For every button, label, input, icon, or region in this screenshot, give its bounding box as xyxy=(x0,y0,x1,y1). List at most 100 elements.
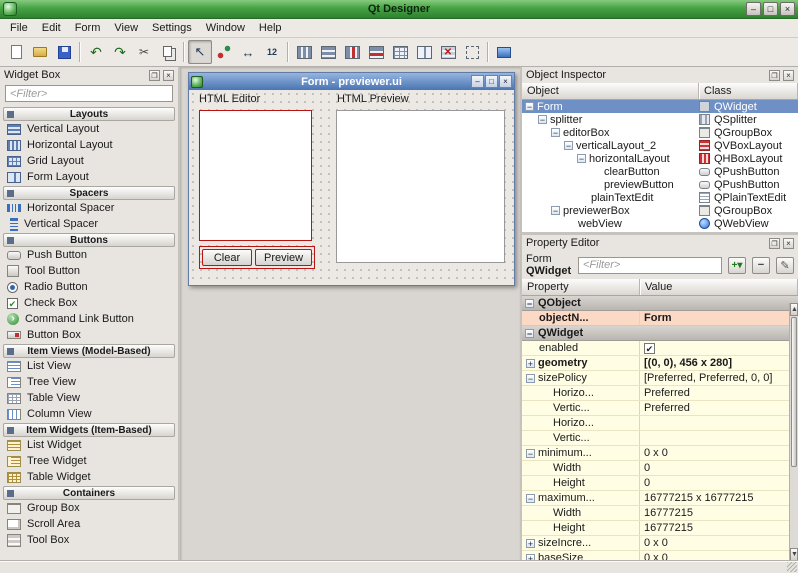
float-panel-icon[interactable] xyxy=(149,70,160,81)
widget-item-table-widget[interactable]: Table Widget xyxy=(0,469,178,485)
category-item-views[interactable]: Item Views (Model-Based) xyxy=(3,344,175,358)
property-row-vertical-stretch[interactable]: Vertic... xyxy=(522,431,798,446)
widget-item-column-view[interactable]: Column View xyxy=(0,406,178,422)
property-row-sizeincrement[interactable]: sizeIncre... 0 x 0 xyxy=(522,536,798,551)
web-view[interactable] xyxy=(336,110,505,263)
expander-icon[interactable] xyxy=(526,494,535,503)
widget-item-horizontal-layout[interactable]: Horizontal Layout xyxy=(0,137,178,153)
expander-icon[interactable] xyxy=(526,374,535,383)
property-row-vertical-policy[interactable]: Vertic... Preferred xyxy=(522,401,798,416)
property-row-minimumsize[interactable]: minimum... 0 x 0 xyxy=(522,446,798,461)
widget-item-tree-view[interactable]: Tree View xyxy=(0,374,178,390)
menu-form[interactable]: Form xyxy=(68,20,108,36)
edit-signals-slots-icon[interactable] xyxy=(212,40,236,64)
tree-row-horizontallayout[interactable]: horizontalLayout QHBoxLayout xyxy=(522,152,798,165)
enabled-checkbox[interactable] xyxy=(644,343,655,354)
form-canvas[interactable]: HTML Editor HTML Preview Clear Preview xyxy=(189,90,514,285)
property-group-qobject[interactable]: QObject xyxy=(522,296,798,311)
layout-vertically-icon[interactable] xyxy=(316,40,340,64)
layout-vertical-splitter-icon[interactable] xyxy=(364,40,388,64)
scrollbar-thumb[interactable] xyxy=(791,317,797,467)
category-layouts[interactable]: Layouts xyxy=(3,107,175,121)
redo-icon[interactable] xyxy=(108,40,132,64)
widget-item-group-box[interactable]: Group Box xyxy=(0,500,178,516)
property-row-min-width[interactable]: Width 0 xyxy=(522,461,798,476)
widget-item-list-view[interactable]: List View xyxy=(0,358,178,374)
widget-item-table-view[interactable]: Table View xyxy=(0,390,178,406)
tree-row-plaintextedit[interactable]: plainTextEdit QPlainTextEdit xyxy=(522,191,798,204)
widget-item-button-box[interactable]: Button Box xyxy=(0,327,178,343)
category-containers[interactable]: Containers xyxy=(3,486,175,500)
widget-item-list-widget[interactable]: List Widget xyxy=(0,437,178,453)
widget-item-form-layout[interactable]: Form Layout xyxy=(0,169,178,185)
tree-row-previewbutton[interactable]: previewButton QPushButton xyxy=(522,178,798,191)
property-row-objectname[interactable]: objectN... Form xyxy=(522,311,798,326)
save-form-icon[interactable] xyxy=(52,40,76,64)
property-row-sizepolicy[interactable]: sizePolicy [Preferred, Preferred, 0, 0] xyxy=(522,371,798,386)
widget-item-tool-button[interactable]: Tool Button xyxy=(0,263,178,279)
window-titlebar[interactable]: Qt Designer xyxy=(0,0,798,19)
widget-item-tree-widget[interactable]: Tree Widget xyxy=(0,453,178,469)
expander-icon[interactable] xyxy=(525,299,534,308)
property-row-maximumsize[interactable]: maximum... 16777215 x 16777215 xyxy=(522,491,798,506)
tree-row-webview[interactable]: webView QWebView xyxy=(522,217,798,230)
menu-settings[interactable]: Settings xyxy=(145,20,199,36)
property-row-min-height[interactable]: Height 0 xyxy=(522,476,798,491)
open-form-icon[interactable] xyxy=(28,40,52,64)
column-value[interactable]: Value xyxy=(640,279,798,295)
layout-form-icon[interactable] xyxy=(412,40,436,64)
property-row-geometry[interactable]: geometry [(0, 0), 456 x 280] xyxy=(522,356,798,371)
tree-row-clearbutton[interactable]: clearButton QPushButton xyxy=(522,165,798,178)
edit-buddies-icon[interactable] xyxy=(236,40,260,64)
layout-grid-icon[interactable] xyxy=(388,40,412,64)
preview-icon[interactable] xyxy=(492,40,516,64)
form-window[interactable]: Form - previewer.ui HTML Editor HTML Pre… xyxy=(188,72,515,286)
expander-icon[interactable] xyxy=(564,141,573,150)
expander-icon[interactable] xyxy=(525,329,534,338)
expander-icon[interactable] xyxy=(551,206,560,215)
category-item-widgets[interactable]: Item Widgets (Item-Based) xyxy=(3,423,175,437)
property-scrollbar[interactable] xyxy=(789,303,798,561)
menu-view[interactable]: View xyxy=(107,20,145,36)
new-form-icon[interactable] xyxy=(4,40,28,64)
scroll-down-icon[interactable] xyxy=(790,548,798,561)
layout-horizontally-icon[interactable] xyxy=(292,40,316,64)
close-button[interactable] xyxy=(780,2,795,16)
property-row-basesize[interactable]: baseSize 0 x 0 xyxy=(522,551,798,561)
property-filter-input[interactable] xyxy=(578,257,722,274)
category-buttons[interactable]: Buttons xyxy=(3,233,175,247)
property-row-enabled[interactable]: enabled xyxy=(522,341,798,356)
form-minimize-button[interactable] xyxy=(471,75,484,88)
tree-row-editorbox[interactable]: editorBox QGroupBox xyxy=(522,126,798,139)
minimize-button[interactable] xyxy=(746,2,761,16)
tree-row-verticallayout2[interactable]: verticalLayout_2 QVBoxLayout xyxy=(522,139,798,152)
break-layout-icon[interactable] xyxy=(436,40,460,64)
menu-file[interactable]: File xyxy=(3,20,35,36)
preview-button[interactable]: Preview xyxy=(255,249,312,266)
layout-horizontal-splitter-icon[interactable] xyxy=(340,40,364,64)
form-maximize-button[interactable] xyxy=(485,75,498,88)
expander-icon[interactable] xyxy=(525,102,534,111)
menu-edit[interactable]: Edit xyxy=(35,20,68,36)
form-window-titlebar[interactable]: Form - previewer.ui xyxy=(189,73,514,90)
edit-tab-order-icon[interactable] xyxy=(260,40,284,64)
close-panel-icon[interactable] xyxy=(783,70,794,81)
add-dynamic-property-button[interactable] xyxy=(728,257,746,274)
widget-item-push-button[interactable]: Push Button xyxy=(0,247,178,263)
remove-dynamic-property-button[interactable] xyxy=(752,257,770,274)
maximize-button[interactable] xyxy=(763,2,778,16)
expander-icon[interactable] xyxy=(577,154,586,163)
adjust-size-icon[interactable] xyxy=(460,40,484,64)
expander-icon[interactable] xyxy=(551,128,560,137)
property-row-max-height[interactable]: Height 16777215 xyxy=(522,521,798,536)
expander-icon[interactable] xyxy=(526,554,535,562)
undo-icon[interactable] xyxy=(84,40,108,64)
expander-icon[interactable] xyxy=(526,359,535,368)
widget-item-horizontal-spacer[interactable]: Horizontal Spacer xyxy=(0,200,178,216)
widget-item-vertical-spacer[interactable]: Vertical Spacer xyxy=(0,216,178,232)
widget-item-radio-button[interactable]: Radio Button xyxy=(0,279,178,295)
float-panel-icon[interactable] xyxy=(769,238,780,249)
expander-icon[interactable] xyxy=(526,449,535,458)
property-group-qwidget[interactable]: QWidget xyxy=(522,326,798,341)
widget-item-vertical-layout[interactable]: Vertical Layout xyxy=(0,121,178,137)
